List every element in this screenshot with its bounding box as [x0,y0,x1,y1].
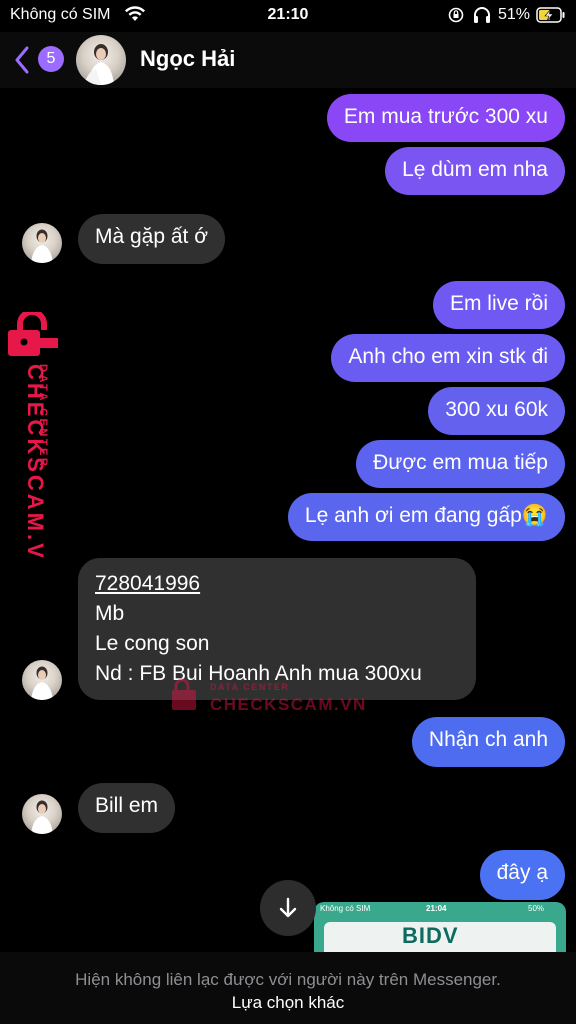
other-options-link[interactable]: Lựa chọn khác [0,993,576,1013]
watermark-center-main: CHECKSCAM.VN [210,695,367,714]
sent-message[interactable]: Lẹ dùm em nha [385,147,565,195]
back-chevron-icon [14,46,30,79]
bank-name-line: Mb [95,602,125,625]
sent-message[interactable]: Anh cho em xin stk đi [331,334,565,382]
bank-logo: BIDV [402,923,459,948]
sent-message[interactable]: đây ạ [479,850,565,900]
back-button[interactable]: 5 [14,44,68,74]
unavailable-footer: Hiện không liên lạc được với người này t… [0,952,576,1024]
unavailable-notice: Hiện không liên lạc được với người này t… [75,970,501,989]
watermark-center-sub: DATA CENTER [210,682,289,692]
image-attachment-preview[interactable]: Không có SIM 21:04 50% BIDV [314,902,566,954]
contact-name[interactable]: Ngọc Hải [140,46,235,72]
contact-avatar-small[interactable] [22,794,62,834]
account-holder-line: Le cong son [95,632,210,655]
lock-icon [172,678,196,710]
received-message[interactable]: Mà gặp ất ớ [78,214,225,264]
account-number-link[interactable]: 728041996 [95,569,459,599]
watermark-vertical-sub: DATA CENTER [37,364,49,468]
sent-message[interactable]: 300 xu 60k [428,387,565,435]
headphones-icon [472,6,492,29]
sent-message[interactable]: Em live rồi [432,281,565,329]
preview-status-bar: Không có SIM 21:04 50% [314,902,566,916]
preview-carrier: Không có SIM [320,904,371,913]
battery-charging-icon [536,7,566,28]
chat-header: 5 Ngọc Hải [0,32,576,88]
rotation-lock-icon [448,6,464,29]
preview-battery: 50% [528,904,545,913]
contact-avatar[interactable] [76,35,126,85]
watermark-vertical: CHECKSCAM.VN DATA CENTER [4,309,64,580]
status-bar: Không có SIM 21:10 51% [0,0,576,32]
contact-avatar-small[interactable] [22,660,62,700]
lock-icon [8,309,58,356]
sent-message[interactable]: Được em mua tiếp [356,440,565,488]
received-message[interactable]: Bill em [78,783,176,833]
preview-time: 21:04 [426,904,447,913]
battery-percent: 51% [498,6,531,23]
scroll-to-bottom-button[interactable] [260,880,316,936]
unread-count-badge: 5 [38,46,64,72]
contact-avatar-small[interactable] [22,223,62,263]
sent-message[interactable]: Lẹ anh ơi em đang gấp😭 [287,493,565,541]
sent-message[interactable]: Nhận ch anh [411,717,565,767]
watermark-center: DATA CENTER CHECKSCAM.VN [170,676,370,716]
sent-message[interactable]: Em mua trước 300 xu [326,94,565,142]
